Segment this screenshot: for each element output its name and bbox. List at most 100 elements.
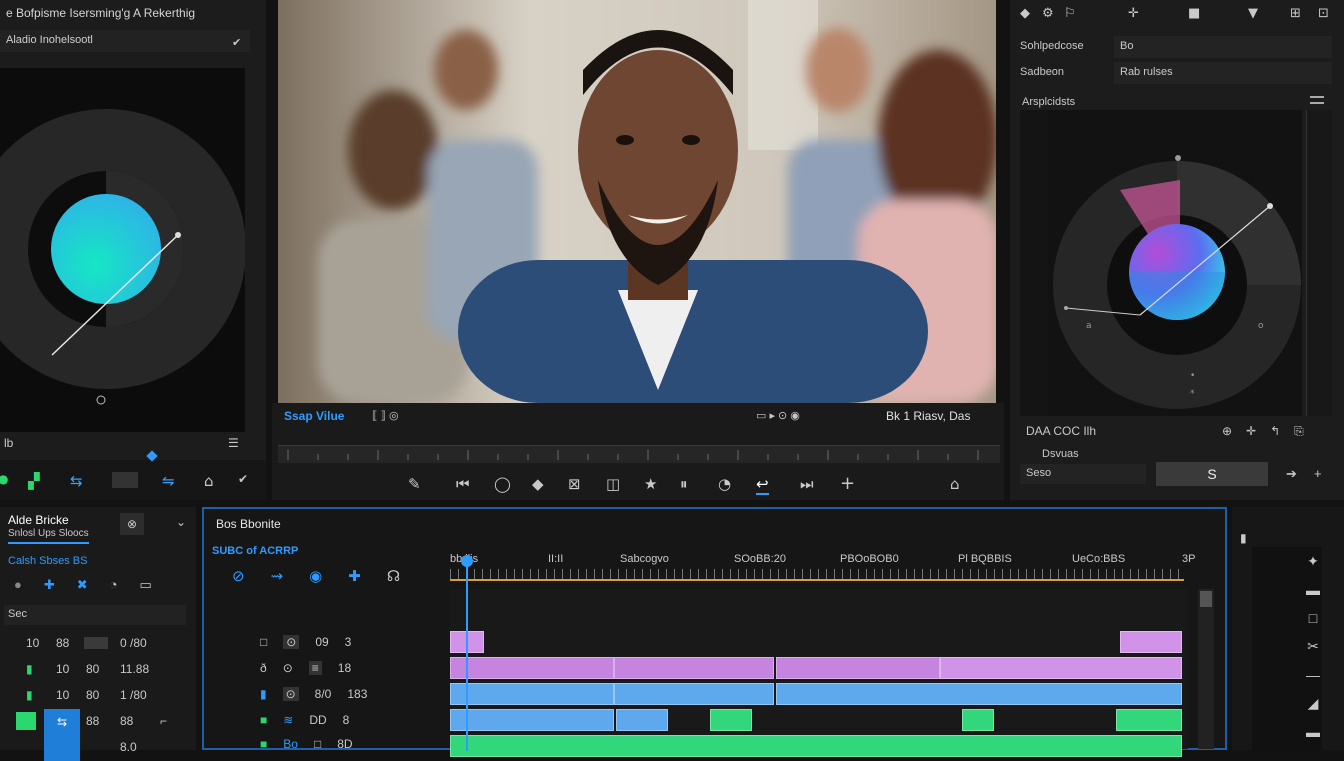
ripple-edit-icon[interactable]: □ (1309, 610, 1317, 626)
audio-clip[interactable] (962, 709, 994, 731)
chevron-down-icon[interactable]: ⌄ (176, 515, 186, 529)
loop-icon[interactable]: ◯ (494, 475, 511, 493)
pencil-icon[interactable]: ✎ (408, 475, 421, 493)
grid-icon[interactable]: ▞ (28, 472, 40, 490)
ripple-icon[interactable]: ⇝ (271, 567, 284, 585)
track-header[interactable]: □ ⊙ 09 3 (260, 635, 351, 649)
tab-sub[interactable]: Snlosl Ups Sloocs (8, 528, 89, 544)
dot-icon[interactable]: ● (0, 472, 8, 486)
slip-icon[interactable]: — (1306, 667, 1320, 683)
track-header[interactable]: ■ ≋ DD 8 (260, 713, 349, 727)
arrow-right-icon[interactable]: ➔ (1286, 466, 1297, 482)
track-header[interactable]: ▮ ⊙ 8/0 183 (260, 687, 367, 701)
hand-icon[interactable]: ▬ (1306, 724, 1320, 740)
check-icon[interactable]: ✔ (238, 472, 248, 486)
hue-wheel[interactable] (0, 68, 246, 432)
star-icon[interactable]: ★ (644, 475, 657, 493)
flag-icon[interactable]: ⚐ (1064, 6, 1076, 21)
audio-clip[interactable] (450, 735, 1182, 757)
track-area[interactable] (450, 589, 1188, 757)
aspect-icons[interactable]: ▭ ▸ ⊙ ◉ (756, 409, 800, 422)
stop-icon[interactable]: ■ (1188, 6, 1200, 21)
footer-icons[interactable]: ⊕✛↰⎘ (1222, 424, 1318, 439)
list-icon[interactable]: ▭ (140, 577, 152, 593)
swap-icon[interactable]: ⇆ (44, 709, 80, 735)
pause-icon[interactable]: ⏸ (680, 475, 688, 493)
track-header[interactable]: ð ⊙ ≡ 18 (260, 661, 351, 675)
video-clip[interactable] (450, 657, 614, 679)
bin-icon[interactable]: ⊗ (120, 513, 144, 535)
list-item[interactable]: ▮ 10 80 1 /80 (0, 683, 196, 709)
apply-button[interactable]: S (1156, 462, 1268, 486)
source-field[interactable]: Rab rulses (1114, 62, 1332, 84)
playhead[interactable] (466, 557, 468, 751)
scope-menu-icon[interactable] (1310, 96, 1324, 104)
track-select-icon[interactable]: ▬ (1306, 582, 1320, 598)
marker-icon[interactable]: ✚ (348, 567, 361, 585)
swatch-icon[interactable] (112, 472, 138, 488)
settings-icon[interactable]: ☊ (387, 567, 400, 585)
add-icon[interactable]: + (840, 473, 855, 494)
step-back-icon[interactable]: ⏮ (456, 475, 470, 493)
in-out-icons[interactable]: ⟦ ⟧ ◎ (372, 409, 399, 422)
menu-icon[interactable]: ☰ (228, 436, 239, 450)
pen-icon[interactable]: ◢ (1308, 695, 1319, 712)
value-field[interactable]: Seso (1020, 464, 1146, 484)
crosshair-icon[interactable]: ✛ (1128, 6, 1139, 21)
link-icon[interactable]: ◉ (309, 567, 322, 585)
selection-icon[interactable]: ✦ (1307, 553, 1319, 570)
vectorscope-wheel[interactable]: a o • * (1020, 110, 1304, 416)
audio-clip[interactable] (450, 683, 614, 705)
scrub-bar[interactable] (278, 445, 1000, 463)
list-item[interactable]: ▮ 10 80 11.88 (0, 657, 196, 683)
overlay-icon[interactable]: ◔ (718, 475, 731, 493)
filter-field[interactable]: Sec (4, 605, 186, 625)
close-icon[interactable]: ✖ (77, 577, 88, 593)
add-icon[interactable]: ✚ (44, 577, 55, 593)
razor-icon[interactable]: ✂ (1307, 638, 1319, 655)
dot-icon[interactable]: ● (14, 577, 22, 593)
list-item[interactable]: 10 88 0 /80 (0, 631, 196, 657)
add-icon[interactable]: + (1314, 466, 1322, 481)
audio-clip[interactable] (616, 709, 668, 731)
property-field[interactable]: Bo (1114, 36, 1332, 58)
frame-icon[interactable]: ◫ (606, 475, 620, 493)
scope-scrollbar[interactable] (1306, 110, 1332, 416)
undo-icon[interactable]: ↩ (756, 475, 769, 495)
video-clip[interactable] (614, 657, 774, 679)
timer-icon[interactable]: ◔ (110, 577, 118, 593)
settings-icon[interactable]: ⚙ (1042, 6, 1054, 21)
step-forward-icon[interactable]: ⏭ (800, 475, 814, 493)
panel-icon[interactable]: ⊡ (1318, 6, 1329, 21)
list-item[interactable]: 8.0 (0, 735, 196, 761)
audio-clip[interactable] (450, 709, 614, 731)
timeline-scrollbar[interactable] (1198, 589, 1214, 749)
playhead-handle[interactable] (461, 555, 473, 567)
move-icon[interactable]: ⇆ (70, 472, 83, 490)
track-header[interactable]: ■ Bo □ 8D (260, 737, 353, 751)
audio-clip[interactable] (776, 683, 1182, 705)
lock-icon[interactable]: ⌐ (160, 714, 167, 728)
time-ruler[interactable]: bb:ilis II:II Sabcogvo SOoBB:20 PBOoBOB0… (450, 551, 1195, 585)
drop-icon[interactable]: ◆ (1020, 6, 1030, 21)
grid-icon[interactable]: ⊞ (1290, 6, 1301, 21)
video-clip[interactable] (1120, 631, 1182, 653)
tab-project[interactable]: Alde Bricke (8, 513, 69, 527)
audio-clip[interactable] (614, 683, 774, 705)
audio-clip[interactable] (1116, 709, 1182, 731)
keyframe-icon[interactable] (146, 450, 158, 462)
home-icon[interactable]: ⌂ (204, 472, 214, 490)
video-clip[interactable] (940, 657, 1182, 679)
crop-icon[interactable]: ⊠ (568, 475, 581, 493)
home-icon[interactable]: ⌂ (950, 475, 960, 493)
dropdown-icon[interactable]: ▼ (1248, 6, 1258, 21)
swap-icon[interactable]: ⇋ (162, 472, 175, 490)
track-headers: □ ⊙ 09 3 ð ⊙ ≡ 18 ▮ ⊙ 8/0 183 ■ ≋ DD 8 ■ Bo □ 8D (204, 629, 448, 751)
collapse-icon[interactable]: ✔ (232, 36, 241, 49)
snap-icon[interactable]: ⊘ (232, 567, 245, 585)
list-item[interactable]: ⇆ 88 88 ⌐ (0, 709, 196, 735)
panel-menu-icon[interactable]: ▮ (1240, 531, 1247, 545)
marker-icon[interactable]: ◆ (532, 475, 544, 493)
audio-clip[interactable] (710, 709, 752, 731)
video-clip[interactable] (776, 657, 940, 679)
